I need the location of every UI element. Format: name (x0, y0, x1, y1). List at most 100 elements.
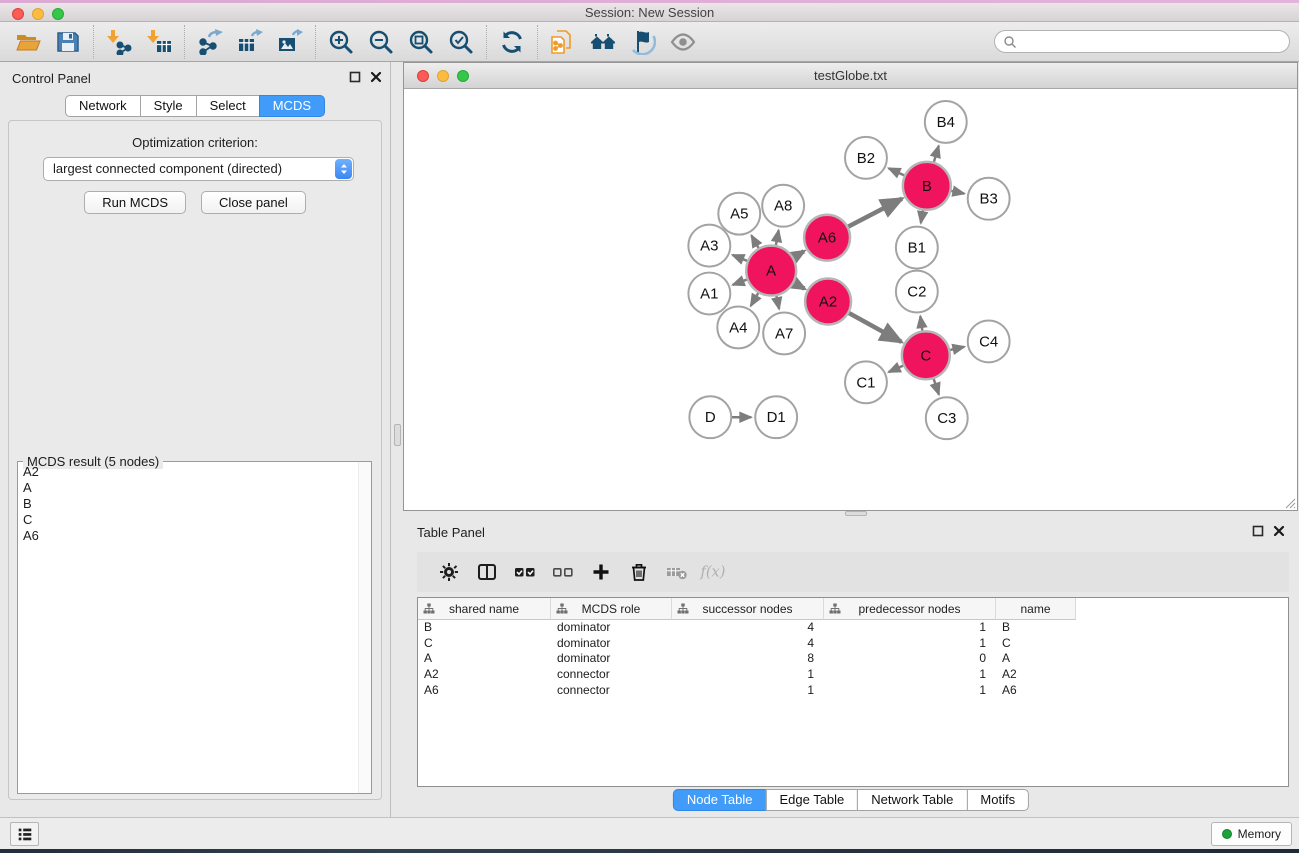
table-row[interactable]: A6connector11A6 (418, 683, 1288, 699)
memory-button[interactable]: Memory (1211, 822, 1292, 846)
column-header-predecessor-nodes[interactable]: predecessor nodes (824, 598, 996, 620)
close-table-panel-icon[interactable] (1273, 525, 1285, 537)
criterion-dropdown[interactable]: largest connected component (directed) (43, 157, 354, 181)
float-table-panel-icon[interactable] (1252, 525, 1264, 537)
table-cell[interactable]: A (418, 651, 551, 667)
close-panel-icon[interactable] (370, 71, 382, 83)
network-window-titlebar[interactable]: testGlobe.txt (404, 63, 1297, 89)
table-cell[interactable]: B (996, 620, 1076, 636)
node-table[interactable]: shared nameMCDS rolesuccessor nodesprede… (417, 597, 1289, 787)
tab-edge-table[interactable]: Edge Table (765, 789, 858, 811)
table-cell[interactable]: dominator (551, 620, 672, 636)
tab-select[interactable]: Select (196, 95, 260, 117)
table-row[interactable]: Adominator80A (418, 651, 1288, 667)
add-column-icon[interactable] (582, 556, 620, 588)
svg-text:f(x): f(x) (699, 565, 725, 581)
import-table-icon[interactable] (139, 25, 179, 59)
settings-icon[interactable] (430, 556, 468, 588)
zoom-fit-icon[interactable] (401, 25, 441, 59)
search-input[interactable] (1017, 35, 1289, 49)
control-panel-title: Control Panel (12, 71, 91, 86)
network-canvas[interactable]: B4B2BB3A5A8A6A3B1AA1C2A2A4A7C4CC1C3DD1 (404, 89, 1297, 510)
search-box[interactable] (994, 30, 1290, 53)
table-cell[interactable]: connector (551, 667, 672, 683)
vertical-splitter-handle[interactable] (394, 424, 401, 446)
zoom-in-icon[interactable] (321, 25, 361, 59)
mcds-result-item[interactable]: A2 (19, 464, 357, 480)
mcds-result-item[interactable]: A6 (19, 528, 357, 544)
table-cell[interactable]: 1 (824, 620, 996, 636)
float-panel-icon[interactable] (349, 71, 361, 83)
dropdown-stepper-icon (335, 159, 352, 179)
tab-mcds[interactable]: MCDS (259, 95, 325, 117)
tab-node-table[interactable]: Node Table (673, 789, 767, 811)
table-cell[interactable]: C (418, 636, 551, 652)
toolbar-separator (315, 25, 316, 59)
table-cell[interactable]: 4 (672, 636, 824, 652)
node-label-C1: C1 (856, 374, 875, 391)
tab-style[interactable]: Style (140, 95, 197, 117)
table-cell[interactable]: dominator (551, 651, 672, 667)
mcds-result-item[interactable]: B (19, 496, 357, 512)
split-columns-icon[interactable] (468, 556, 506, 588)
show-all-views-icon[interactable] (583, 25, 623, 59)
delete-rows-icon[interactable] (620, 556, 658, 588)
export-image-icon[interactable] (270, 25, 310, 59)
export-table-icon[interactable] (230, 25, 270, 59)
hide-panels-icon[interactable] (623, 25, 663, 59)
table-cell[interactable]: 1 (824, 667, 996, 683)
import-network-icon[interactable] (99, 25, 139, 59)
zoom-selected-icon[interactable] (441, 25, 481, 59)
table-row[interactable]: A2connector11A2 (418, 667, 1288, 683)
column-header-MCDS-role[interactable]: MCDS role (551, 598, 672, 620)
table-cell[interactable]: 1 (824, 636, 996, 652)
select-all-checkboxes-icon[interactable] (506, 556, 544, 588)
open-file-icon[interactable] (8, 25, 48, 59)
table-cell[interactable]: C (996, 636, 1076, 652)
task-history-button[interactable] (10, 822, 39, 846)
main-toolbar (0, 22, 1299, 62)
table-cell[interactable]: 8 (672, 651, 824, 667)
show-panels-icon[interactable] (663, 25, 703, 59)
column-header-successor-nodes[interactable]: successor nodes (672, 598, 824, 620)
tab-network[interactable]: Network (65, 95, 141, 117)
tab-network-table[interactable]: Network Table (857, 789, 967, 811)
table-header-row: shared nameMCDS rolesuccessor nodesprede… (418, 598, 1288, 620)
table-cell[interactable]: A6 (996, 683, 1076, 699)
table-cell[interactable]: B (418, 620, 551, 636)
mcds-result-item[interactable]: A (19, 480, 357, 496)
export-network-icon[interactable] (190, 25, 230, 59)
node-label-A6: A6 (818, 230, 836, 247)
column-header-shared-name[interactable]: shared name (418, 598, 551, 620)
table-cell[interactable]: 1 (672, 667, 824, 683)
table-cell[interactable]: A (996, 651, 1076, 667)
network-graph[interactable]: B4B2BB3A5A8A6A3B1AA1C2A2A4A7C4CC1C3DD1 (404, 89, 1297, 510)
table-cell[interactable]: 1 (672, 683, 824, 699)
table-row[interactable]: Cdominator41C (418, 636, 1288, 652)
table-panel-title: Table Panel (417, 525, 485, 540)
table-cell[interactable]: 0 (824, 651, 996, 667)
table-row[interactable]: Bdominator41B (418, 620, 1288, 636)
save-session-icon[interactable] (48, 25, 88, 59)
apply-layout-icon[interactable] (492, 25, 532, 59)
resize-grip-icon[interactable] (1285, 498, 1296, 509)
table-cell[interactable]: 1 (824, 683, 996, 699)
tab-motifs[interactable]: Motifs (966, 789, 1029, 811)
mcds-result-item[interactable]: C (19, 512, 357, 528)
criterion-value: largest connected component (directed) (53, 161, 282, 176)
table-cell[interactable]: dominator (551, 636, 672, 652)
close-panel-button[interactable]: Close panel (201, 191, 306, 214)
result-scrollbar[interactable] (358, 462, 371, 793)
table-cell[interactable]: connector (551, 683, 672, 699)
table-cell[interactable]: A6 (418, 683, 551, 699)
table-cell[interactable]: 4 (672, 620, 824, 636)
table-cell[interactable]: A2 (418, 667, 551, 683)
run-mcds-button[interactable]: Run MCDS (84, 191, 186, 214)
mcds-result-list[interactable]: A2ABCA6 (19, 464, 357, 792)
deselect-all-checkboxes-icon[interactable] (544, 556, 582, 588)
column-header-name[interactable]: name (996, 598, 1076, 620)
zoom-out-icon[interactable] (361, 25, 401, 59)
table-cell[interactable]: A2 (996, 667, 1076, 683)
duplicate-network-icon[interactable] (543, 25, 583, 59)
optimization-criterion-label: Optimization criterion: (9, 135, 381, 150)
